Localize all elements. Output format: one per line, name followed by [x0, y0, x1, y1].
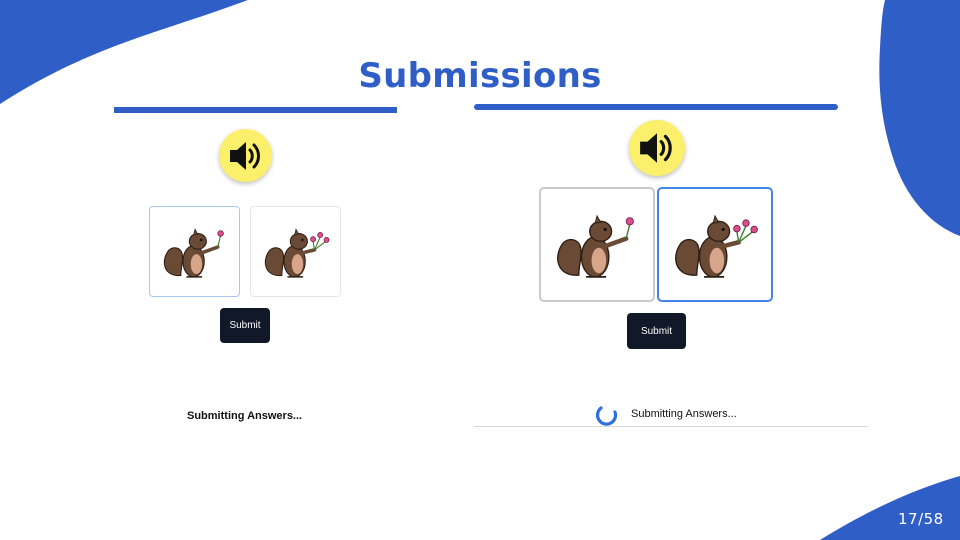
- page-number: 17/58: [898, 510, 944, 528]
- top-right-blob: [879, 0, 960, 236]
- left-option-squirrel-three-flowers[interactable]: [250, 206, 341, 297]
- right-status-text: Submitting Answers...: [631, 408, 737, 420]
- squirrel-one-flower-image: [557, 214, 634, 278]
- left-audio-button[interactable]: [219, 129, 272, 182]
- left-option-squirrel-one-flower[interactable]: [149, 206, 240, 297]
- right-option-squirrel-one-flower[interactable]: [539, 187, 655, 302]
- speaker-volume-icon: [640, 133, 672, 163]
- left-title-underline: [114, 107, 397, 113]
- squirrel-three-flowers-image: [675, 214, 758, 278]
- left-submit-button[interactable]: Submit: [220, 308, 270, 343]
- squirrel-three-flowers-image: [264, 227, 329, 278]
- right-option-squirrel-three-flowers-selected[interactable]: [657, 187, 773, 302]
- status-divider: [474, 426, 868, 427]
- speaker-volume-icon: [229, 141, 260, 170]
- slide-title: Submissions: [358, 56, 602, 96]
- loading-spinner-icon: [595, 406, 618, 426]
- right-submit-button[interactable]: Submit: [627, 313, 686, 349]
- right-title-underline: [474, 104, 838, 110]
- bottom-right-blob: [820, 476, 960, 540]
- squirrel-one-flower-image: [163, 227, 224, 278]
- right-audio-button[interactable]: [629, 120, 685, 176]
- left-status-text: Submitting Answers...: [187, 410, 303, 422]
